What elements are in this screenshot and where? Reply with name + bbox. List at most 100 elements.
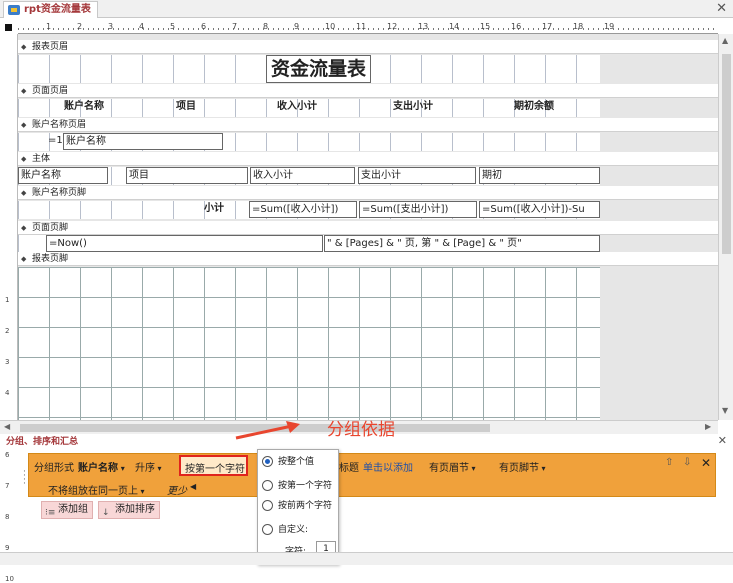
ruler-tick <box>508 28 509 30</box>
ruler-tick <box>348 28 349 30</box>
section-group-footer[interactable]: 账户名称页脚 <box>18 186 718 200</box>
group-header-band[interactable]: =1 账户名称 <box>18 133 600 151</box>
ruler-tick <box>308 28 309 30</box>
ruler-number: 2 <box>5 327 10 335</box>
section-group-header[interactable]: 账户名称页眉 <box>18 118 718 132</box>
footer-income-sum[interactable]: =Sum([收入小计]) <box>249 201 357 218</box>
status-bar <box>0 552 733 565</box>
ruler-tick <box>403 28 404 30</box>
section-page-header[interactable]: 页面页眉 <box>18 84 718 98</box>
add-sort-label: 添加排序 <box>115 504 155 515</box>
section-report-footer[interactable]: 报表页脚 <box>18 252 718 266</box>
ruler-tick <box>593 28 594 30</box>
detail-income-field[interactable]: 收入小计 <box>250 167 355 184</box>
radio-selected-icon[interactable] <box>262 456 273 467</box>
group-field-select[interactable]: 账户名称 <box>78 459 125 474</box>
ruler-tick <box>113 28 114 30</box>
footer-section-select[interactable]: 有页脚节 <box>499 459 546 474</box>
less-options-link[interactable]: 更少 <box>167 482 187 497</box>
report-tab[interactable]: rpt资金流量表 <box>3 1 98 18</box>
move-down-icon[interactable]: ⇩ <box>683 457 691 468</box>
ruler-tick <box>343 28 344 30</box>
group-seq-field[interactable]: =1 <box>46 133 64 150</box>
scroll-right-icon[interactable]: ▶ <box>705 422 711 431</box>
detail-account-field[interactable]: 账户名称 <box>18 167 108 184</box>
ruler-number: 6 <box>5 451 10 459</box>
page-header-band[interactable]: 账户名称 项目 收入小计 支出小计 期初余额 <box>18 99 600 117</box>
add-sort-button[interactable]: ↓ 添加排序 <box>98 501 160 519</box>
vertical-scroll-thumb[interactable] <box>722 54 731 254</box>
detail-band[interactable]: 账户名称 项目 收入小计 支出小计 期初 <box>18 167 600 185</box>
header-account-label[interactable]: 账户名称 <box>62 99 142 116</box>
footer-balance-sum[interactable]: =Sum([收入小计])-Su <box>479 201 600 218</box>
header-income-label[interactable]: 收入小计 <box>275 99 355 116</box>
group-interval-select[interactable]: 按第一个字符 <box>179 455 248 476</box>
drag-handle-icon[interactable]: · · · · <box>23 468 26 489</box>
report-title[interactable]: 资金流量表 <box>266 55 372 83</box>
option-custom[interactable]: 自定义: <box>262 524 308 536</box>
ruler-tick <box>248 28 249 30</box>
radio-icon[interactable] <box>262 524 273 535</box>
option-first-char[interactable]: 按第一个字符 <box>262 480 332 492</box>
option-first-two-chars-label: 按前两个字符 <box>278 501 333 511</box>
header-opening-label[interactable]: 期初余额 <box>512 99 572 116</box>
header-section-select[interactable]: 有页眉节 <box>429 459 476 474</box>
add-title-link[interactable]: 单击以添加 <box>363 459 413 474</box>
scroll-left-icon[interactable]: ◀ <box>4 422 10 431</box>
close-icon[interactable]: ✕ <box>716 1 727 16</box>
scroll-down-icon[interactable]: ▼ <box>722 406 728 415</box>
ruler-tick <box>658 28 659 30</box>
radio-icon[interactable] <box>262 500 273 511</box>
report-footer-band[interactable] <box>18 267 600 420</box>
page-footer-band[interactable]: =Now() " & [Pages] & " 页, 第 " & [Page] &… <box>18 235 600 253</box>
ruler-corner[interactable] <box>5 24 12 31</box>
keep-together-select[interactable]: 不将组放在同一页上 <box>48 482 145 497</box>
option-first-two-chars[interactable]: 按前两个字符 <box>262 500 332 512</box>
section-page-footer[interactable]: 页面页脚 <box>18 221 718 235</box>
group-by-bar[interactable]: 分组形式 账户名称 升序 标题 单击以添加 有页眉节 有页脚节 ⇧ ⇩ ✕ 不将… <box>28 453 716 497</box>
ruler-tick <box>33 28 34 30</box>
report-header-band[interactable]: 资金流量表 <box>18 55 600 83</box>
ruler-tick <box>643 28 644 30</box>
ruler-tick <box>703 28 704 30</box>
ruler-tick <box>628 28 629 30</box>
detail-opening-field[interactable]: 期初 <box>479 167 600 184</box>
section-detail[interactable]: 主体 <box>18 152 718 166</box>
delete-group-icon[interactable]: ✕ <box>701 456 711 470</box>
vertical-scrollbar[interactable]: ▲ ▼ <box>718 34 733 420</box>
ruler-tick <box>83 28 84 30</box>
detail-expense-field[interactable]: 支出小计 <box>358 167 476 184</box>
header-expense-label[interactable]: 支出小计 <box>391 99 451 116</box>
ruler-tick <box>93 28 94 30</box>
ruler-tick <box>128 28 129 30</box>
ruler-tick <box>698 28 699 30</box>
report-design-canvas[interactable]: 报表页眉 资金流量表 页面页眉 账户名称 项目 收入小计 支出小计 期初余额 账… <box>18 34 718 420</box>
footer-now-field[interactable]: =Now() <box>46 235 323 252</box>
ruler-tick <box>268 28 269 30</box>
detail-item-field[interactable]: 项目 <box>126 167 248 184</box>
add-group-button[interactable]: ⁝≡ 添加组 <box>41 501 93 519</box>
ruler-tick <box>188 28 189 30</box>
group-form-label: 分组形式 <box>34 463 74 474</box>
scroll-up-icon[interactable]: ▲ <box>722 36 728 45</box>
sort-order-select[interactable]: 升序 <box>135 459 162 474</box>
option-whole-value[interactable]: 按整个值 <box>262 456 314 468</box>
ruler-tick <box>378 28 379 30</box>
footer-subtotal-label[interactable]: 小计 <box>202 201 232 218</box>
panel-close-icon[interactable]: ✕ <box>718 434 727 447</box>
header-item-label[interactable]: 项目 <box>174 99 224 116</box>
vertical-ruler: 12345678910 <box>0 34 18 583</box>
ruler-number: 15 <box>480 22 491 31</box>
move-up-icon[interactable]: ⇧ <box>665 457 673 468</box>
less-options-icon[interactable]: ◀ <box>190 482 196 491</box>
group-account-field[interactable]: 账户名称 <box>63 133 223 150</box>
radio-icon[interactable] <box>262 480 273 491</box>
ruler-tick <box>503 28 504 30</box>
section-report-header[interactable]: 报表页眉 <box>18 40 718 54</box>
footer-pages-field[interactable]: " & [Pages] & " 页, 第 " & [Page] & " 页" <box>324 235 600 252</box>
group-footer-band[interactable]: 小计 =Sum([收入小计]) =Sum([支出小计]) =Sum([收入小计]… <box>18 201 600 219</box>
footer-expense-sum[interactable]: =Sum([支出小计]) <box>359 201 477 218</box>
ruler-number: 14 <box>449 22 460 31</box>
ruler-tick <box>28 28 29 30</box>
ruler-number: 8 <box>5 513 10 521</box>
